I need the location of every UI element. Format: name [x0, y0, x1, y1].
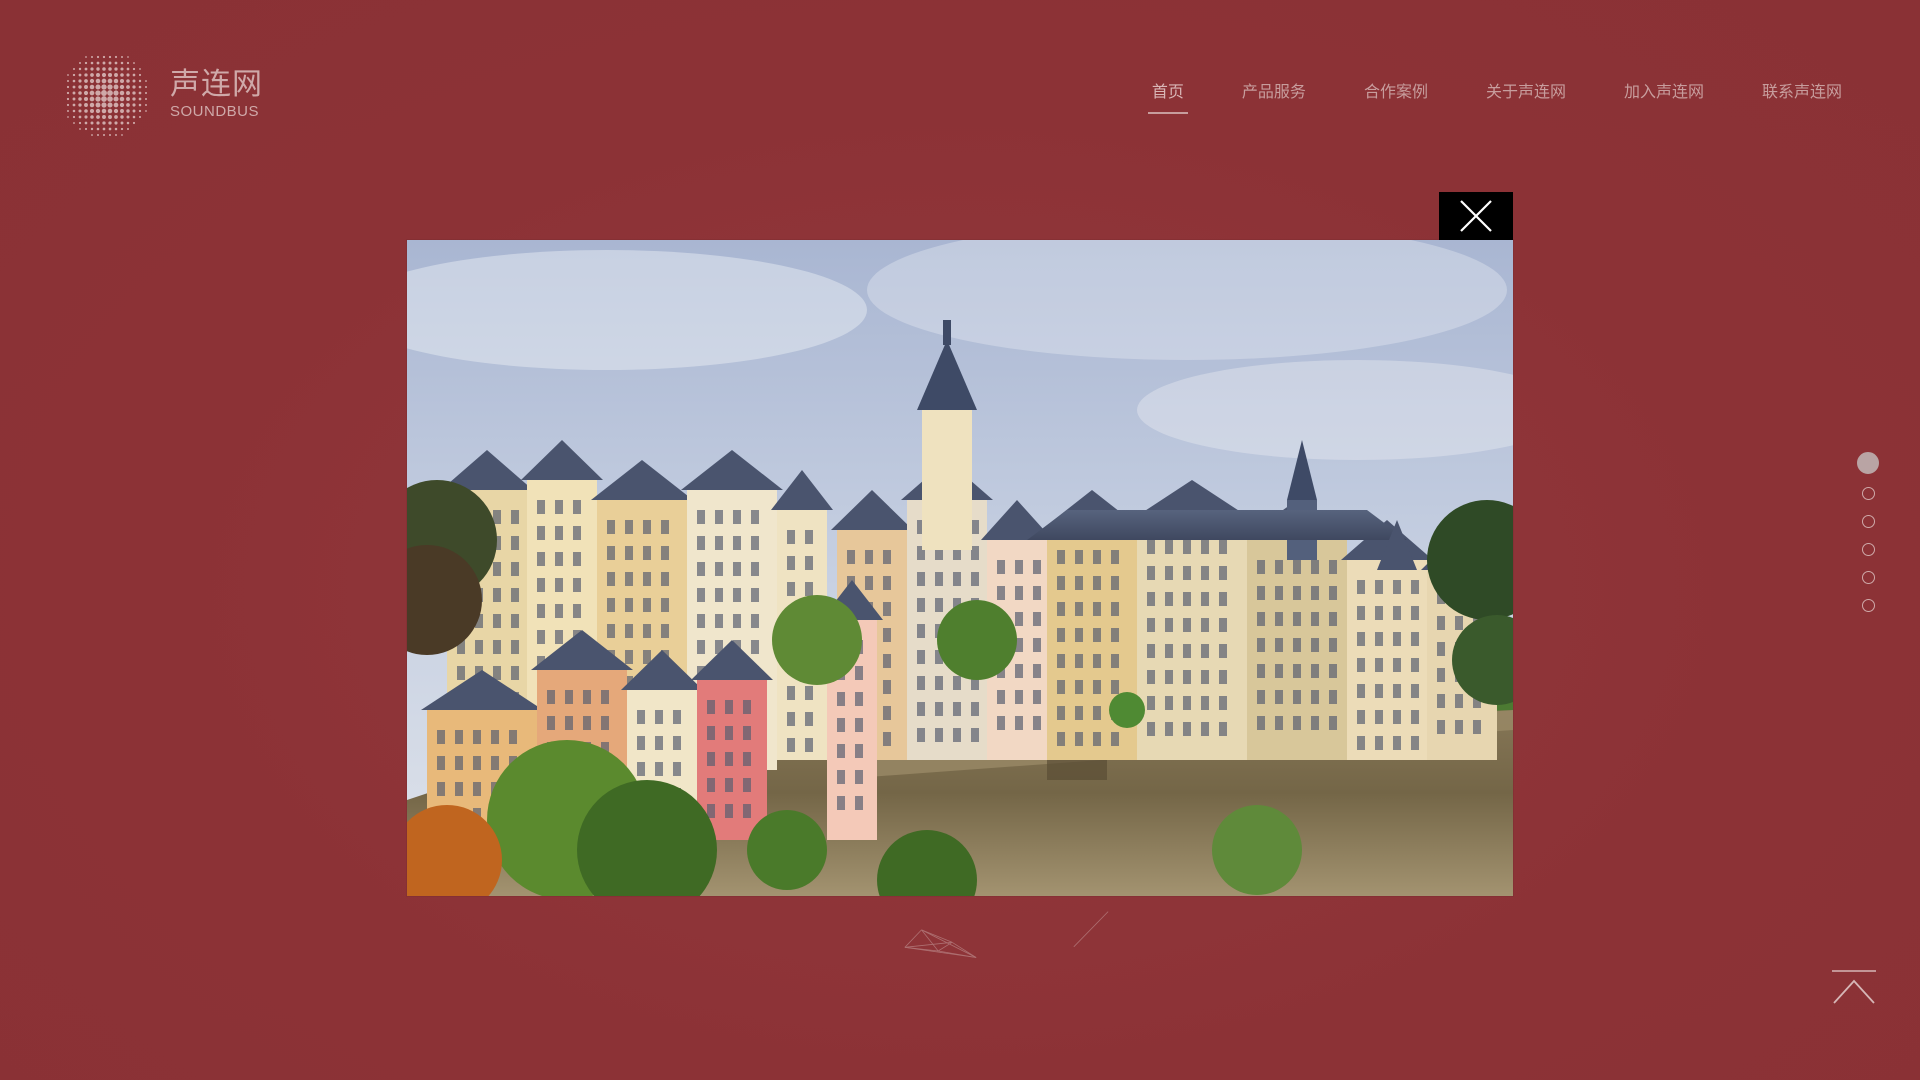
- pager-dot-5[interactable]: [1861, 571, 1875, 584]
- dotted-globe-logo-icon: [66, 55, 148, 137]
- nav-item-join[interactable]: 加入声连网: [1624, 74, 1704, 114]
- lightbox-image: [407, 240, 1513, 896]
- pager-dot-2[interactable]: [1861, 487, 1875, 500]
- main-nav: 首页 产品服务 合作案例 关于声连网 加入声连网 联系声连网: [1094, 74, 1842, 114]
- close-icon: [1460, 200, 1492, 232]
- close-button[interactable]: [1439, 192, 1513, 240]
- pager-dot-3[interactable]: [1861, 515, 1875, 528]
- logo-text: 声连网 SOUNDBUS: [170, 68, 263, 122]
- nav-item-products[interactable]: 产品服务: [1242, 74, 1306, 114]
- nav-item-home[interactable]: 首页: [1147, 74, 1188, 114]
- city-photo: [407, 240, 1513, 896]
- nav-item-cases[interactable]: 合作案例: [1364, 74, 1428, 114]
- page: 声连网 SOUNDBUS 首页 产品服务 合作案例 关于声连网 加入声连网 联系…: [0, 0, 1920, 1080]
- brand-name-en: SOUNDBUS: [170, 103, 260, 120]
- pager-dot-4[interactable]: [1861, 543, 1875, 556]
- chevron-up-icon: [1833, 979, 1875, 1004]
- logo[interactable]: 声连网 SOUNDBUS: [56, 48, 263, 142]
- nav-item-contact[interactable]: 联系声连网: [1762, 74, 1842, 114]
- back-to-top-button[interactable]: [1832, 970, 1876, 1006]
- pager-dot-6[interactable]: [1861, 599, 1875, 612]
- nav-item-about[interactable]: 关于声连网: [1486, 74, 1566, 114]
- section-pager: [1857, 452, 1879, 627]
- brand-name-cn: 声连网: [170, 67, 263, 102]
- pager-dot-1[interactable]: [1857, 452, 1879, 474]
